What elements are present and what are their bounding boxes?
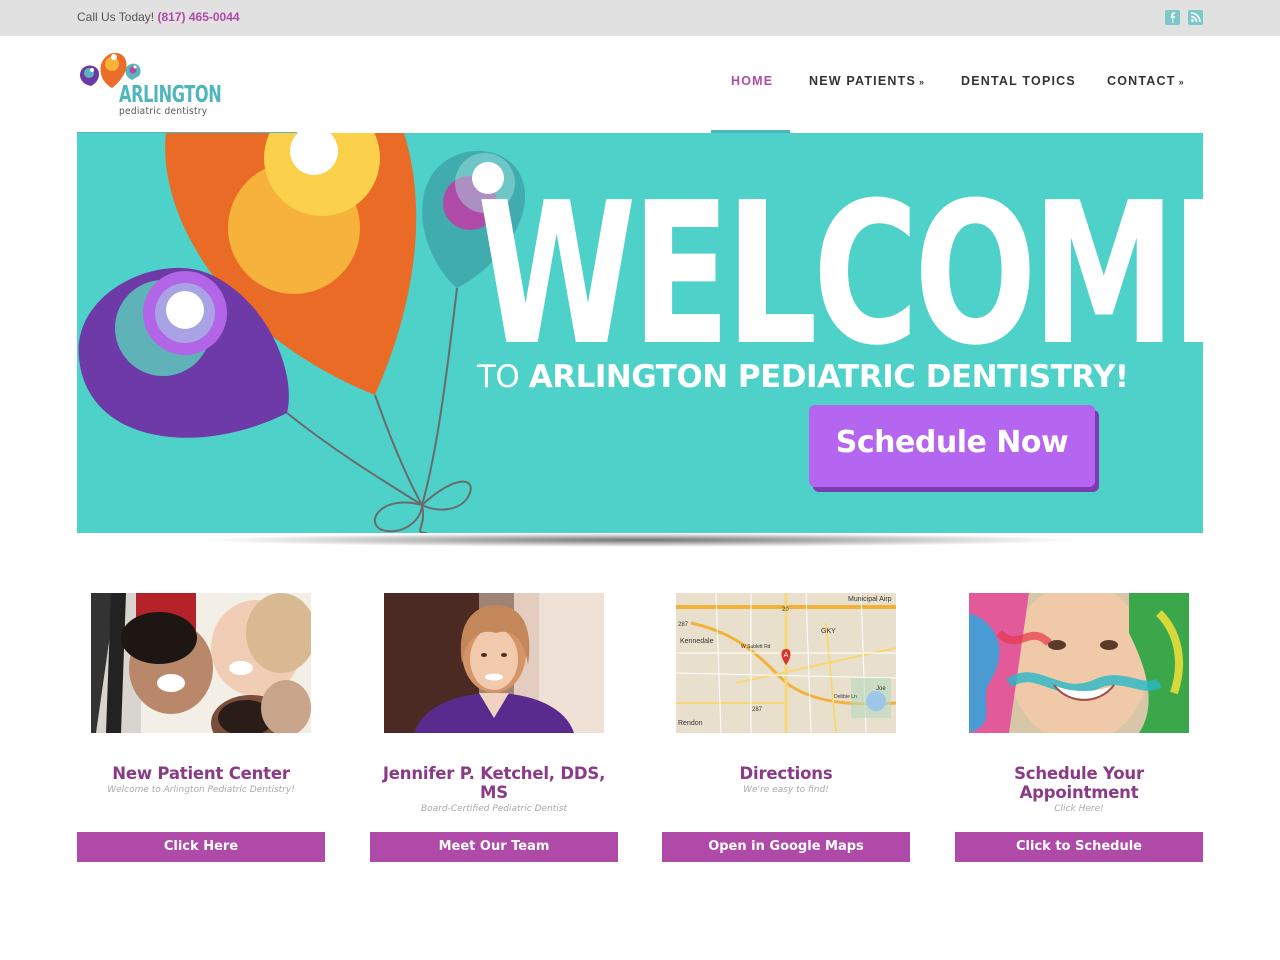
nav-home-label: HOME [731,74,774,88]
hero-welcome-heading: WELCOME [477,161,1203,389]
card-new-patient-center: New Patient Center Welcome to Arlington … [77,593,325,862]
card-subtitle: We're easy to find! [743,785,829,795]
svg-text:Rendon: Rendon [678,720,703,727]
facebook-icon[interactable] [1165,10,1180,25]
map-marker-label: A [784,652,789,659]
child-painted-face-photo[interactable] [969,593,1189,733]
svg-text:GKY: GKY [821,628,836,635]
open-google-maps-button[interactable]: Open in Google Maps [662,832,910,862]
nav-contact-label: CONTACT [1107,74,1176,88]
map-thumbnail[interactable]: A Municipal Airp Kennedale GKY Rendon 28… [676,593,896,733]
hero-banner[interactable]: WELCOME TO ARLINGTON PEDIATRIC DENTISTRY… [77,133,1203,533]
schedule-now-button[interactable]: Schedule Now [809,405,1095,487]
svg-text:287: 287 [678,622,689,628]
svg-text:Joe: Joe [876,686,886,692]
logo-text: ARLINGTON pediatric dentistry [119,84,250,118]
click-here-button[interactable]: Click Here [77,832,325,862]
phone-link[interactable]: (817) 465-0044 [158,10,240,24]
site-logo[interactable]: ARLINGTON pediatric dentistry [77,46,227,122]
nav-item-home[interactable]: HOME [731,74,773,90]
card-title[interactable]: Schedule Your Appointment [955,764,1203,802]
svg-text:W Sublett Rd: W Sublett Rd [741,644,771,650]
svg-text:Debbie Ln: Debbie Ln [834,694,857,700]
chevron-down-icon: » [1178,77,1185,87]
card-subtitle: Welcome to Arlington Pediatric Dentistry… [107,785,295,795]
click-to-schedule-button[interactable]: Click to Schedule [955,832,1203,862]
card-schedule-appointment: Schedule Your Appointment Click Here! Cl… [955,593,1203,862]
dentist-photo[interactable] [384,593,604,733]
card-title[interactable]: Directions [662,764,910,783]
call-label: Call Us Today! [77,10,155,24]
svg-text:Municipal Airp: Municipal Airp [848,596,892,603]
kids-photo[interactable] [91,593,311,733]
hero-tagline-rest: ARLINGTON PEDIATRIC DENTISTRY! [528,359,1129,395]
hero-shadow [200,533,1080,547]
logo-title: ARLINGTON [119,82,222,108]
card-dentist: Jennifer P. Ketchel, DDS, MS Board-Certi… [370,593,618,862]
nav-dental-topics-label: DENTAL TOPICS [961,74,1076,88]
top-bar: Call Us Today! (817) 465-0044 [0,0,1280,36]
card-directions: A Municipal Airp Kennedale GKY Rendon 28… [662,593,910,862]
chevron-down-icon: » [919,77,926,87]
svg-text:20: 20 [782,607,789,613]
svg-text:Kennedale: Kennedale [680,638,714,645]
call-us-text: Call Us Today! (817) 465-0044 [77,10,240,24]
svg-text:287: 287 [752,707,763,713]
rss-icon[interactable] [1188,10,1203,25]
card-title[interactable]: New Patient Center [77,764,325,783]
nav-item-new-patients[interactable]: NEW PATIENTS» [809,74,925,90]
nav-item-dental-topics[interactable]: DENTAL TOPICS [961,74,1076,90]
card-subtitle: Board-Certified Pediatric Dentist [421,804,567,814]
card-title[interactable]: Jennifer P. Ketchel, DDS, MS [370,764,618,802]
nav-item-contact[interactable]: CONTACT» [1107,74,1185,90]
card-subtitle: Click Here! [1054,804,1104,814]
hero-tagline: TO ARLINGTON PEDIATRIC DENTISTRY! [477,359,1129,395]
hero-tagline-to: TO [477,359,520,395]
nav-new-patients-label: NEW PATIENTS [809,74,916,88]
meet-our-team-button[interactable]: Meet Our Team [370,832,618,862]
